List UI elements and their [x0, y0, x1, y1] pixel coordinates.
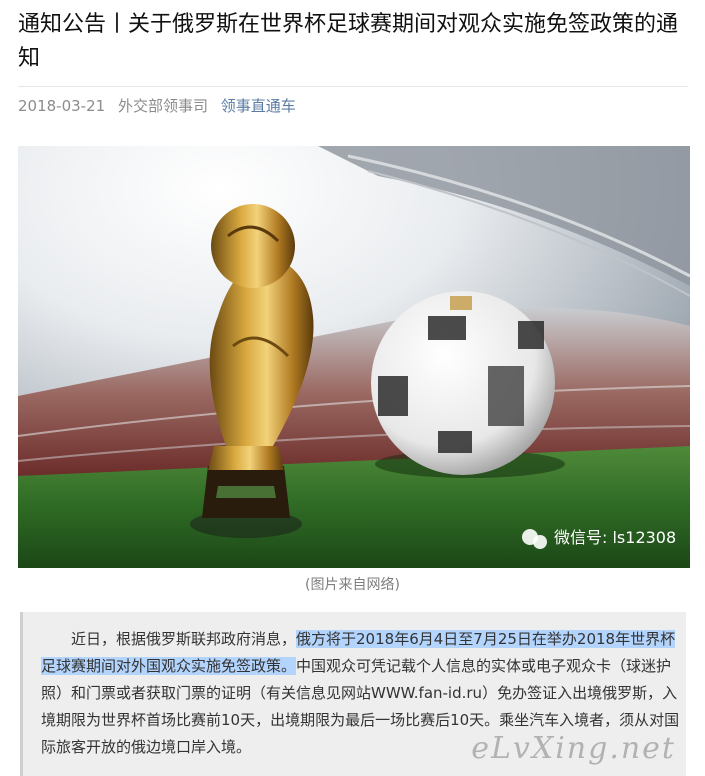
hero-image: 微信号: ls12308	[18, 146, 690, 568]
site-watermark: eLvXing.net	[471, 731, 676, 766]
article-title: 通知公告丨关于俄罗斯在世界杯足球赛期间对观众实施免签政策的通知	[18, 12, 679, 71]
body-intro: 近日，根据俄罗斯联邦政府消息，	[71, 630, 297, 648]
article-page: 通知公告丨关于俄罗斯在世界杯足球赛期间对观众实施免签政策的通知 2018-03-…	[0, 0, 705, 776]
article-meta: 2018-03-21 外交部领事司 领事直通车	[18, 96, 304, 116]
wechat-id: 微信号: ls12308	[554, 528, 676, 547]
account-link[interactable]: 领事直通车	[221, 97, 296, 115]
hero-illustration: 微信号: ls12308	[18, 146, 690, 568]
image-caption: (图片来自网络)	[305, 577, 400, 593]
source-name: 外交部领事司	[117, 97, 208, 115]
title-divider	[18, 86, 688, 87]
notice-quote: 近日，根据俄罗斯联邦政府消息，俄方将于2018年6月4日至7月25日在举办201…	[20, 612, 686, 776]
publish-date: 2018-03-21	[18, 97, 106, 115]
